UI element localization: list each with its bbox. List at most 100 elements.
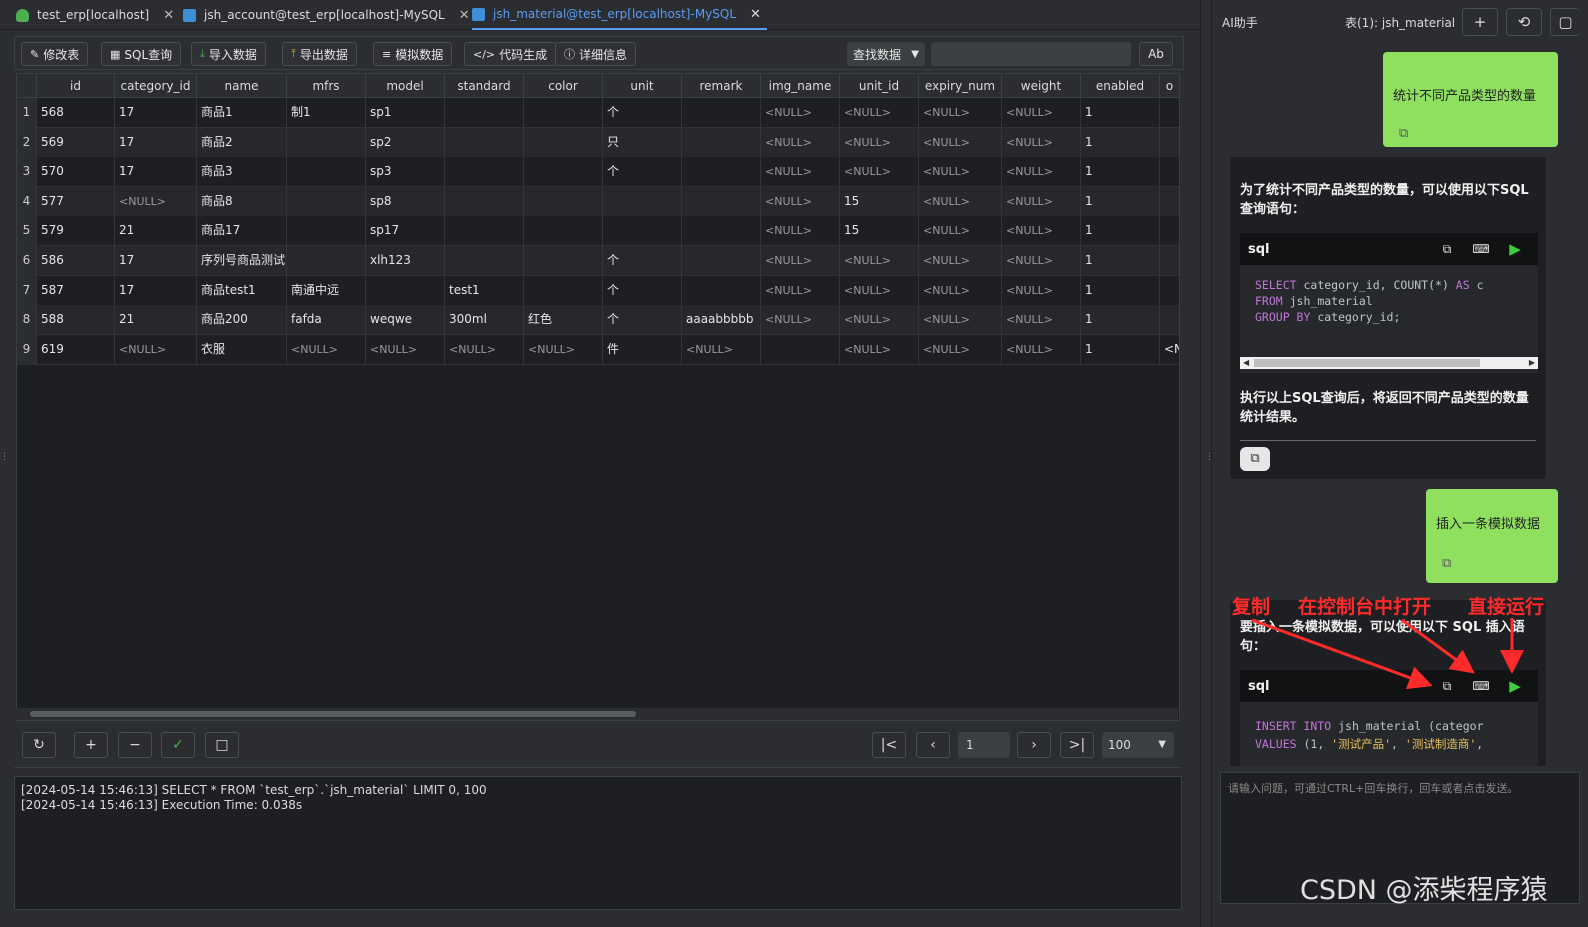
cell-category_id[interactable]: 17: [115, 98, 197, 128]
commit-button[interactable]: ✓: [161, 732, 195, 758]
cell-unit[interactable]: 只: [603, 127, 682, 158]
column-header-color[interactable]: color: [524, 74, 603, 98]
cell-o[interactable]: [1160, 128, 1179, 158]
tab-test-erp[interactable]: test_erp[localhost] ✕: [16, 0, 174, 30]
cell-unit[interactable]: 个: [603, 275, 682, 306]
column-header-model[interactable]: model: [366, 74, 445, 98]
cell-o[interactable]: [1160, 157, 1179, 187]
cell-id[interactable]: 586: [37, 246, 115, 276]
cell-o[interactable]: <N: [1160, 335, 1179, 365]
edit-table-button[interactable]: ✎ 修改表: [21, 42, 89, 66]
column-header-unit_id[interactable]: unit_id: [840, 74, 919, 98]
cell-o[interactable]: [1160, 246, 1179, 276]
cell-weight[interactable]: <NULL>: [1002, 275, 1081, 306]
column-header-id[interactable]: id: [37, 74, 115, 98]
table-row[interactable]: 7 587 17 商品test1 南通中远 test1 个 <NULL> <NULL> <NULL…: [17, 275, 1179, 306]
delete-row-button[interactable]: −: [118, 732, 152, 758]
cell-id[interactable]: 577: [37, 186, 115, 217]
cell-id[interactable]: 568: [37, 98, 115, 128]
copy-icon[interactable]: ⧉: [1442, 556, 1451, 571]
cell-unit_id[interactable]: <NULL>: [840, 157, 919, 188]
table-row[interactable]: 4 577 <NULL> 商品8 sp8 <NULL> 15 <NULL> <NULL> 1: [17, 186, 1179, 217]
column-header-unit[interactable]: unit: [603, 74, 682, 98]
cell-mfrs[interactable]: [287, 246, 366, 276]
cell-color[interactable]: [524, 216, 603, 247]
cell-id[interactable]: 569: [37, 127, 115, 158]
cell-color[interactable]: 红色: [524, 305, 603, 336]
add-table-button[interactable]: +: [1462, 8, 1498, 36]
cell-o[interactable]: [1160, 187, 1179, 217]
cell-expiry_num[interactable]: <NULL>: [919, 275, 1002, 306]
cell-o[interactable]: [1160, 216, 1179, 246]
cell-unit[interactable]: 件: [603, 334, 682, 365]
cell-category_id[interactable]: 17: [115, 127, 197, 158]
cell-remark[interactable]: [682, 275, 761, 306]
cell-enabled[interactable]: 1: [1081, 186, 1160, 217]
column-header-remark[interactable]: remark: [682, 74, 761, 98]
cell-weight[interactable]: <NULL>: [1002, 157, 1081, 188]
cell-unit_id[interactable]: <NULL>: [840, 246, 919, 276]
cell-enabled[interactable]: 1: [1081, 334, 1160, 365]
table-row[interactable]: 8 588 21 商品200 fafda weqwe 300ml 红色个 aaaabbbbb <N…: [17, 305, 1179, 336]
column-header-mfrs[interactable]: mfrs: [287, 74, 366, 98]
cell-weight[interactable]: <NULL>: [1002, 305, 1081, 336]
cell-name[interactable]: 商品3: [197, 157, 287, 188]
cell-category_id[interactable]: 21: [115, 305, 197, 336]
cell-model[interactable]: sp3: [366, 157, 445, 188]
tab-jsh-material[interactable]: jsh_material@test_erp[localhost]-MySQL ✕: [472, 0, 767, 30]
cell-unit_id[interactable]: <NULL>: [840, 127, 919, 158]
cell-enabled[interactable]: 1: [1081, 275, 1160, 306]
close-icon[interactable]: ✕: [750, 7, 761, 22]
code-gen-button[interactable]: </> 代码生成: [464, 42, 557, 66]
chat-button[interactable]: ▢: [1550, 8, 1580, 36]
table-row[interactable]: 6 586 17 序列号商品测试 xlh123 个 <NULL> <NULL> <NULL> <N…: [17, 246, 1179, 276]
cell-category_id[interactable]: <NULL>: [115, 186, 197, 217]
cell-img_name[interactable]: <NULL>: [761, 275, 840, 306]
cell-id[interactable]: 570: [37, 157, 115, 188]
last-page-button[interactable]: >|: [1060, 732, 1094, 758]
cell-unit[interactable]: [603, 186, 682, 217]
cell-img_name[interactable]: <NULL>: [761, 186, 840, 217]
cell-model[interactable]: [366, 275, 445, 306]
cell-img_name[interactable]: <NULL>: [761, 216, 840, 247]
cell-id[interactable]: 587: [37, 275, 115, 306]
table-row[interactable]: 2 569 17 商品2 sp2 只 <NULL> <NULL> <NULL> <NULL> 1: [17, 127, 1179, 158]
cell-unit_id[interactable]: 15: [840, 216, 919, 247]
close-icon[interactable]: ✕: [163, 8, 174, 23]
cell-model[interactable]: weqwe: [366, 305, 445, 336]
mock-data-button[interactable]: ≡ 模拟数据: [373, 42, 453, 66]
scroll-right-icon[interactable]: ▶: [1529, 357, 1535, 369]
cell-remark[interactable]: aaaabbbbb: [682, 305, 761, 336]
cell-mfrs[interactable]: 南通中远: [287, 275, 366, 306]
import-data-button[interactable]: ⤓ 导入数据: [191, 42, 266, 66]
cell-enabled[interactable]: 1: [1081, 98, 1160, 128]
cell-mfrs[interactable]: <NULL>: [287, 334, 366, 365]
column-header-o[interactable]: o: [1160, 74, 1179, 98]
cell-img_name[interactable]: [761, 334, 840, 365]
cell-id[interactable]: 619: [37, 334, 115, 365]
cell-name[interactable]: 商品200: [197, 305, 287, 336]
cell-model[interactable]: xlh123: [366, 246, 445, 276]
cell-standard[interactable]: [445, 157, 524, 188]
cell-img_name[interactable]: <NULL>: [761, 98, 840, 128]
cell-name[interactable]: 商品test1: [197, 275, 287, 306]
play-icon[interactable]: ▶: [1506, 240, 1524, 258]
cell-mfrs[interactable]: fafda: [287, 305, 366, 336]
cell-img_name[interactable]: <NULL>: [761, 305, 840, 336]
cell-unit[interactable]: 个: [603, 98, 682, 128]
cell-enabled[interactable]: 1: [1081, 246, 1160, 276]
cell-remark[interactable]: [682, 186, 761, 217]
cell-weight[interactable]: <NULL>: [1002, 216, 1081, 247]
cell-expiry_num[interactable]: <NULL>: [919, 334, 1002, 365]
cell-unit_id[interactable]: <NULL>: [840, 334, 919, 365]
cell-unit_id[interactable]: <NULL>: [840, 98, 919, 128]
cell-category_id[interactable]: 17: [115, 275, 197, 306]
cell-unit[interactable]: 个: [603, 157, 682, 188]
cell-category_id[interactable]: 17: [115, 246, 197, 276]
cell-standard[interactable]: <NULL>: [445, 334, 524, 365]
cell-color[interactable]: [524, 98, 603, 128]
grid-horizontal-scrollbar[interactable]: [16, 708, 1178, 720]
cell-o[interactable]: [1160, 305, 1179, 335]
cell-model[interactable]: sp2: [366, 127, 445, 158]
cell-color[interactable]: [524, 127, 603, 158]
